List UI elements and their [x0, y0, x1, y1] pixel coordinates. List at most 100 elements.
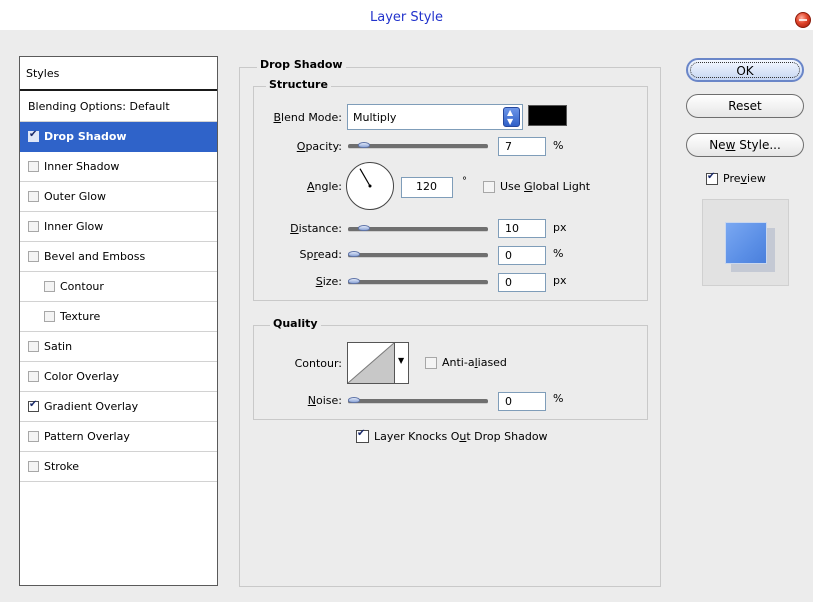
chevron-down-icon: ▼ — [398, 356, 405, 365]
preview-checkbox[interactable]: Preview — [706, 171, 766, 185]
spread-unit: % — [553, 247, 564, 260]
style-checkbox[interactable] — [44, 281, 55, 292]
structure-title: Structure — [266, 78, 331, 91]
drop-shadow-title: Drop Shadow — [257, 58, 346, 71]
preview-box — [706, 171, 718, 185]
angle-input[interactable]: 120 — [401, 177, 453, 198]
noise-input[interactable]: 0 — [498, 392, 546, 411]
preview-label: Preview — [723, 172, 766, 185]
spread-slider[interactable] — [348, 253, 488, 258]
style-checkbox[interactable] — [28, 129, 39, 142]
anti-aliased-checkbox[interactable]: Anti-aliased — [425, 356, 507, 369]
styles-header[interactable]: Styles — [20, 57, 217, 91]
style-item-label: Drop Shadow — [44, 130, 127, 143]
size-slider-thumb[interactable] — [348, 278, 360, 284]
style-item-label: Outer Glow — [44, 190, 107, 203]
style-item-label: Texture — [60, 310, 101, 323]
style-checkbox[interactable] — [28, 399, 39, 412]
layer-knocks-out-label: Layer Knocks Out Drop Shadow — [374, 430, 548, 443]
blend-mode-select[interactable]: Multiply ▲ ▼ — [347, 104, 523, 130]
spread-slider-thumb[interactable] — [348, 251, 360, 257]
blending-options-label: Blending Options: Default — [28, 99, 170, 113]
style-checkbox[interactable] — [28, 161, 39, 172]
style-item-label: Color Overlay — [44, 370, 119, 383]
style-item-label: Gradient Overlay — [44, 400, 139, 413]
shadow-color-swatch[interactable] — [528, 105, 567, 126]
distance-input[interactable]: 10 — [498, 219, 546, 238]
title-bar: Layer Style — [0, 0, 813, 30]
style-checkbox[interactable] — [28, 461, 39, 472]
style-item-outer-glow[interactable]: Outer Glow — [20, 182, 217, 212]
style-checkbox[interactable] — [28, 221, 39, 232]
noise-unit: % — [553, 392, 564, 405]
use-global-light-box — [483, 180, 495, 193]
style-item-gradient-overlay[interactable]: Gradient Overlay — [20, 392, 217, 422]
blend-mode-value: Multiply — [353, 111, 397, 124]
angle-label: Angle: — [306, 180, 342, 193]
style-checkbox[interactable] — [44, 311, 55, 322]
noise-slider[interactable] — [348, 399, 488, 404]
styles-list: Styles Blending Options: Default Drop Sh… — [19, 56, 218, 586]
style-item-label: Satin — [44, 340, 73, 353]
close-icon[interactable] — [795, 12, 811, 28]
style-checkbox[interactable] — [28, 341, 39, 352]
layer-knocks-out-box — [356, 428, 369, 443]
use-global-light-label: Use Global Light — [500, 180, 591, 193]
style-checkbox[interactable] — [28, 431, 39, 442]
distance-label: Distance: — [290, 222, 342, 235]
contour-dropdown-button[interactable]: ▼ — [395, 342, 409, 384]
style-item-drop-shadow[interactable]: Drop Shadow — [20, 122, 217, 152]
style-checkbox[interactable] — [28, 191, 39, 202]
size-unit: px — [553, 274, 567, 287]
distance-slider-thumb[interactable] — [357, 225, 370, 231]
style-item-satin[interactable]: Satin — [20, 332, 217, 362]
style-item-label: Stroke — [44, 460, 80, 473]
blend-mode-label: Blend Mode: — [273, 111, 343, 124]
style-checkbox[interactable] — [28, 371, 39, 382]
spread-input[interactable]: 0 — [498, 246, 546, 265]
style-item-label: Contour — [60, 280, 104, 293]
opacity-slider-thumb[interactable] — [357, 142, 370, 148]
contour-picker[interactable] — [347, 342, 395, 384]
size-label: Size: — [315, 275, 342, 288]
style-item-color-overlay[interactable]: Color Overlay — [20, 362, 217, 392]
angle-dial[interactable] — [346, 162, 394, 210]
size-slider[interactable] — [348, 280, 488, 285]
noise-slider-thumb[interactable] — [348, 397, 360, 403]
new-style-button[interactable]: New Style... — [686, 133, 804, 157]
window-title: Layer Style — [369, 10, 444, 25]
style-checkbox[interactable] — [28, 251, 39, 262]
layer-style-dialog: Layer Style Styles Blending Options: Def… — [0, 0, 813, 602]
noise-label: Noise: — [307, 394, 342, 407]
select-arrows-icon: ▲ ▼ — [503, 107, 520, 127]
preview-thumbnail — [702, 199, 789, 286]
style-item-label: Inner Glow — [44, 220, 104, 233]
anti-aliased-label: Anti-aliased — [442, 356, 507, 369]
distance-unit: px — [553, 221, 567, 234]
blending-options-item[interactable]: Blending Options: Default — [20, 91, 217, 122]
style-item-inner-shadow[interactable]: Inner Shadow — [20, 152, 217, 182]
reset-button[interactable]: Reset — [686, 94, 804, 118]
style-item-label: Pattern Overlay — [44, 430, 130, 443]
style-item-bevel-and-emboss[interactable]: Bevel and Emboss — [20, 242, 217, 272]
quality-title: Quality — [270, 317, 321, 330]
opacity-label: Opacity: — [296, 140, 342, 153]
opacity-input[interactable]: 7 — [498, 137, 546, 156]
style-item-texture[interactable]: Texture — [20, 302, 217, 332]
style-item-contour[interactable]: Contour — [20, 272, 217, 302]
angle-unit: ° — [462, 176, 467, 187]
ok-button[interactable]: OK — [686, 58, 804, 82]
style-item-label: Inner Shadow — [44, 160, 120, 173]
use-global-light-checkbox[interactable]: Use Global Light — [483, 180, 590, 193]
style-item-inner-glow[interactable]: Inner Glow — [20, 212, 217, 242]
preview-swatch — [725, 222, 767, 264]
layer-knocks-out-checkbox[interactable]: Layer Knocks Out Drop Shadow — [356, 428, 548, 443]
spread-label: Spread: — [299, 248, 342, 261]
opacity-unit: % — [553, 139, 564, 152]
style-item-pattern-overlay[interactable]: Pattern Overlay — [20, 422, 217, 452]
style-item-stroke[interactable]: Stroke — [20, 452, 217, 482]
anti-aliased-box — [425, 356, 437, 369]
contour-label: Contour: — [294, 357, 342, 370]
style-item-label: Bevel and Emboss — [44, 250, 146, 263]
size-input[interactable]: 0 — [498, 273, 546, 292]
